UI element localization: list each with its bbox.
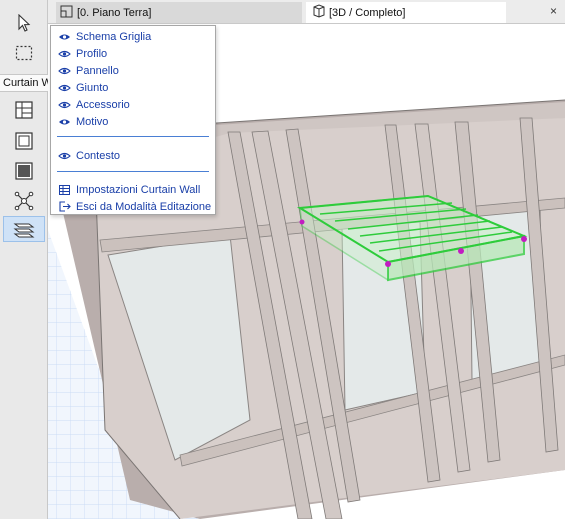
menu-divider (57, 171, 209, 172)
grid-scheme-icon[interactable] (8, 97, 40, 123)
exit-icon (58, 201, 71, 212)
eye-closed-icon (58, 117, 71, 127)
eye-closed-icon (58, 32, 71, 42)
menu-item-label: Contesto (76, 149, 121, 162)
menu-item-label: Profilo (76, 47, 108, 60)
accessory-icon[interactable] (3, 216, 45, 242)
tab-floor-plan[interactable]: [0. Piano Terra] (56, 2, 302, 23)
menu-item-impostazioni-curtain-wall[interactable]: Impostazioni Curtain Wall (51, 181, 215, 198)
eye-icon (58, 83, 71, 93)
menu-item-label: Impostazioni Curtain Wall (76, 183, 201, 196)
close-icon[interactable]: × (550, 4, 557, 18)
frame-icon[interactable] (8, 128, 40, 154)
selection-hotspot[interactable] (458, 248, 464, 254)
menu-item-motivo[interactable]: Motivo (51, 113, 215, 130)
marquee-icon[interactable] (8, 40, 40, 66)
tab-floor-plan-label: [0. Piano Terra] (77, 6, 152, 19)
selection-hotspot[interactable] (521, 236, 527, 242)
menu-item-contesto[interactable]: Contesto (51, 147, 215, 164)
selection-hotspot[interactable] (385, 261, 391, 267)
eye-icon (58, 49, 71, 59)
selection-hotspot[interactable] (299, 219, 305, 225)
menu-item-label: Esci da Modalità Editazione (76, 200, 212, 213)
menu-item-profilo[interactable]: Profilo (51, 45, 215, 62)
menu-item-giunto[interactable]: Giunto (51, 79, 215, 96)
menu-item-pannello[interactable]: Pannello (51, 62, 215, 79)
tab-3d-view[interactable]: [3D / Completo] (306, 2, 506, 23)
cube-3d-icon (312, 4, 325, 21)
eye-icon (58, 100, 71, 110)
menu-item-label: Giunto (76, 81, 109, 94)
menu-item-label: Motivo (76, 115, 109, 128)
menu-item-label: Pannello (76, 64, 119, 77)
menu-item-esci-modalita-editazione[interactable]: Esci da Modalità Editazione (51, 198, 215, 215)
arrow-pointer-icon[interactable] (8, 10, 40, 36)
tab-3d-view-label: [3D / Completo] (329, 6, 406, 19)
display-options-menu: Schema Griglia Profilo Pannello Giunto A… (50, 25, 216, 215)
curtain-wall-tool-label: Curtain W (0, 74, 48, 92)
view-tab-bar: [0. Piano Terra] [3D / Completo] × (48, 0, 565, 24)
menu-item-schema-griglia[interactable]: Schema Griglia (51, 28, 215, 45)
toolbox: Curtain W (0, 0, 48, 519)
eye-icon (58, 66, 71, 76)
junction-icon[interactable] (8, 188, 40, 214)
eye-icon (58, 151, 71, 161)
menu-divider (57, 136, 209, 137)
panel-icon[interactable] (8, 158, 40, 184)
menu-item-label: Accessorio (76, 98, 130, 111)
settings-table-icon (58, 184, 71, 195)
menu-item-accessorio[interactable]: Accessorio (51, 96, 215, 113)
floor-plan-icon (60, 5, 73, 21)
menu-item-label: Schema Griglia (76, 30, 152, 43)
